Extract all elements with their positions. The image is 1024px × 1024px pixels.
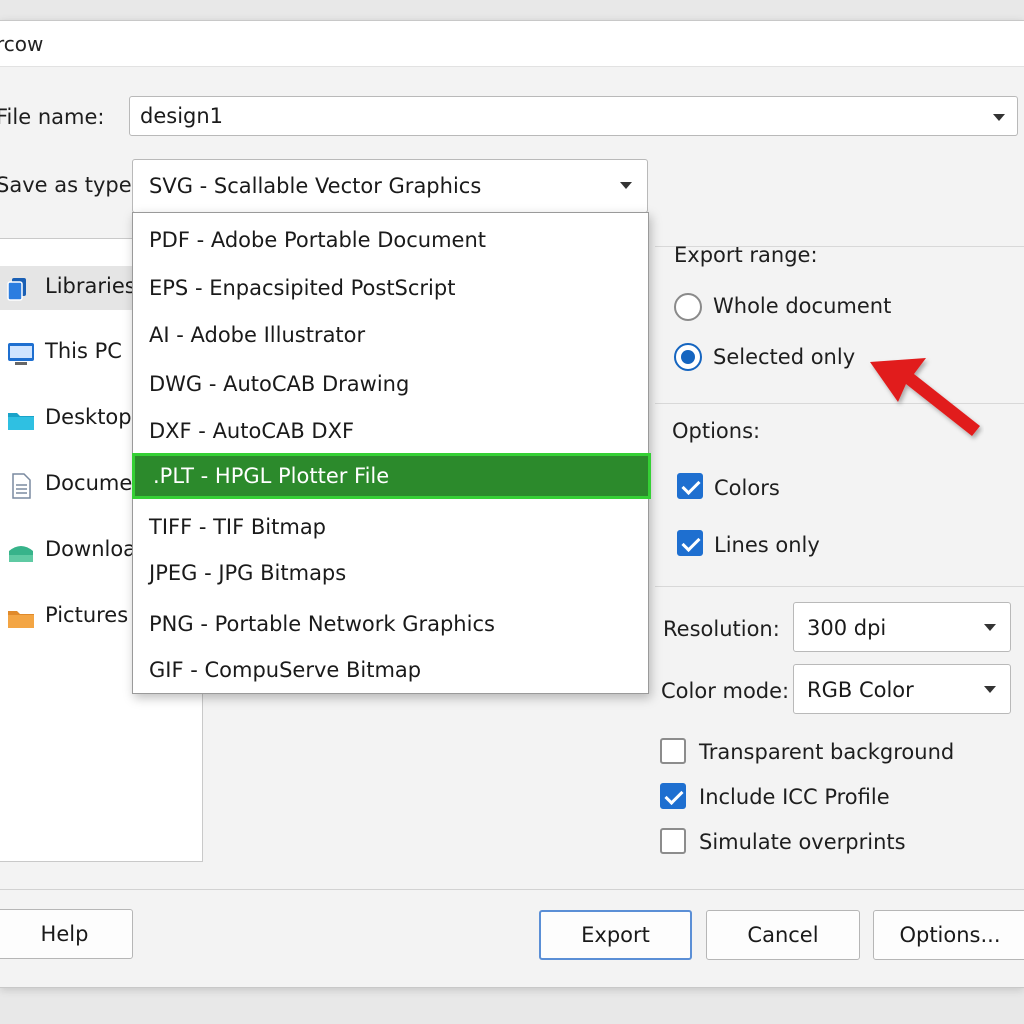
sidebar-item-label: This PC: [45, 339, 122, 363]
file-name-input[interactable]: design1: [129, 96, 1018, 136]
sidebar-item-label: Libraries: [45, 274, 136, 298]
resolution-value: 300 dpi: [807, 616, 887, 640]
include-icc-profile-label: Include ICC Profile: [699, 785, 890, 809]
save-as-type-label: Save as type:: [0, 173, 139, 197]
file-name-label: File name:: [0, 105, 105, 129]
save-as-type-value: SVG - Scallable Vector Graphics: [149, 174, 482, 198]
file-type-option-gif[interactable]: GIF - CompuServe Bitmap: [133, 647, 648, 693]
color-mode-label: Color mode:: [661, 679, 790, 703]
file-type-option-jpeg[interactable]: JPEG - JPG Bitmaps: [133, 550, 648, 596]
simulate-overprints-label: Simulate overprints: [699, 830, 906, 854]
file-type-option-png[interactable]: PNG - Portable Network Graphics: [133, 601, 648, 647]
download-icon: [9, 546, 33, 562]
selected-only-radio[interactable]: [674, 343, 702, 371]
color-mode-value: RGB Color: [807, 678, 914, 702]
resolution-label: Resolution:: [663, 617, 780, 641]
options-button[interactable]: Options...: [873, 910, 1024, 960]
lines-only-label: Lines only: [714, 533, 820, 557]
sidebar-item-label: Pictures: [45, 603, 129, 627]
folder-icon: [8, 413, 34, 430]
file-type-option-tiff[interactable]: TIFF - TIF Bitmap: [133, 504, 648, 550]
computer-icon: [8, 343, 34, 365]
color-mode-select[interactable]: RGB Color: [793, 664, 1011, 714]
file-type-dropdown-list: PDF - Adobe Portable Document EPS - Enpa…: [132, 212, 651, 694]
colors-checkbox[interactable]: [677, 473, 703, 499]
help-button[interactable]: Help: [0, 909, 133, 959]
file-type-option-pdf[interactable]: PDF - Adobe Portable Document: [133, 217, 648, 263]
divider: [655, 586, 1024, 587]
file-name-value: design1: [140, 104, 224, 128]
chevron-down-icon[interactable]: [984, 624, 996, 631]
lines-only-checkbox[interactable]: [677, 530, 703, 556]
chevron-down-icon[interactable]: [984, 686, 996, 693]
transparent-background-label: Transparent background: [699, 740, 955, 764]
file-type-option-plt[interactable]: .PLT - HPGL Plotter File: [132, 453, 651, 499]
chevron-down-icon[interactable]: [993, 114, 1005, 121]
cancel-button[interactable]: Cancel: [706, 910, 860, 960]
transparent-background-checkbox[interactable]: [660, 738, 686, 764]
divider: [0, 889, 1024, 890]
file-type-option-dwg[interactable]: DWG - AutoCAB Drawing: [133, 361, 648, 407]
whole-document-radio[interactable]: [674, 293, 702, 321]
save-as-type-select[interactable]: SVG - Scallable Vector Graphics: [132, 159, 648, 213]
chevron-down-icon[interactable]: [620, 182, 632, 189]
window-title: rcow: [0, 21, 1024, 67]
file-type-option-dxf[interactable]: DXF - AutoCAB DXF: [133, 408, 648, 454]
sidebar-item-label: Desktop: [45, 405, 132, 429]
file-type-option-ai[interactable]: AI - Adobe Illustrator: [133, 312, 648, 358]
simulate-overprints-checkbox[interactable]: [660, 828, 686, 854]
export-button[interactable]: Export: [539, 910, 692, 960]
file-type-option-eps[interactable]: EPS - Enpacsipited PostScript: [133, 265, 648, 311]
include-icc-profile-checkbox[interactable]: [660, 783, 686, 809]
annotation-arrow-icon: [870, 358, 980, 436]
selected-only-label: Selected only: [713, 345, 856, 369]
colors-label: Colors: [714, 476, 780, 500]
folder-icon: [8, 611, 34, 628]
options-heading: Options:: [672, 419, 761, 443]
export-range-heading: Export range:: [674, 243, 818, 267]
whole-document-label: Whole document: [713, 294, 892, 318]
document-icon: [12, 473, 31, 499]
resolution-select[interactable]: 300 dpi: [793, 602, 1011, 652]
libraries-icon: [7, 278, 26, 301]
